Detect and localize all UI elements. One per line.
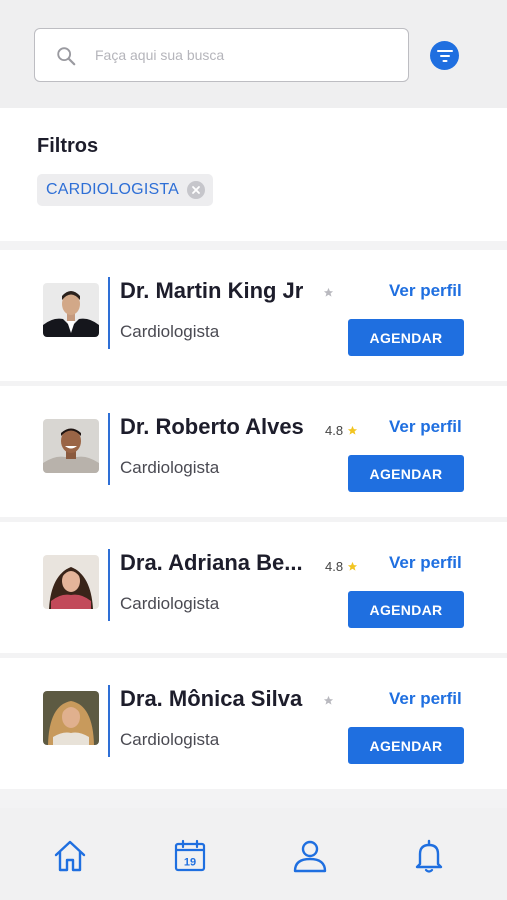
rating-value: 4.8 — [325, 423, 344, 438]
doctor-name: Dr. Roberto Alves — [120, 414, 304, 439]
doctor-card: Dr. Martin King Jr Cardiologista Ver per… — [0, 250, 507, 381]
nav-notifications[interactable] — [409, 836, 449, 876]
filter-icon — [436, 49, 453, 62]
doctor-specialty: Cardiologista — [120, 322, 220, 341]
chip-remove-icon[interactable] — [187, 181, 205, 199]
filters-title: Filtros — [37, 135, 99, 157]
doctor-avatar — [43, 283, 99, 337]
doctor-card: Dra. Adriana Be... 4.8 Cardiologista Ver… — [0, 522, 507, 653]
calendar-icon: 19 — [174, 839, 206, 872]
doctor-specialty: Cardiologista — [120, 730, 220, 749]
schedule-button[interactable]: AGENDAR — [348, 455, 464, 492]
doctor-name: Dr. Martin King Jr — [120, 278, 304, 303]
doctor-card: Dr. Roberto Alves 4.8 Cardiologista Ver … — [0, 386, 507, 517]
card-divider — [108, 549, 110, 621]
search-header — [0, 0, 507, 108]
home-icon — [54, 840, 86, 872]
doctor-specialty: Cardiologista — [120, 458, 220, 477]
user-icon — [293, 840, 327, 873]
doctor-name: Dra. Adriana Be... — [120, 550, 303, 575]
doctor-rating: 4.8 — [325, 423, 358, 438]
star-empty-icon — [323, 287, 334, 297]
filter-chip[interactable]: CARDIOLOGISTA — [37, 174, 213, 206]
filters-section: Filtros CARDIOLOGISTA — [0, 108, 507, 241]
nav-home[interactable] — [50, 836, 90, 876]
doctor-rating — [319, 287, 334, 298]
doctor-specialty: Cardiologista — [120, 594, 220, 613]
nav-profile[interactable] — [290, 836, 330, 876]
star-filled-icon — [347, 561, 358, 571]
doctor-avatar — [43, 691, 99, 745]
doctor-avatar — [43, 419, 99, 473]
schedule-button[interactable]: AGENDAR — [348, 591, 464, 628]
search-icon — [57, 47, 76, 66]
card-divider — [108, 685, 110, 757]
star-filled-icon — [347, 425, 358, 435]
filter-button[interactable] — [430, 41, 459, 70]
doctor-rating: 4.8 — [325, 559, 358, 574]
nav-calendar[interactable]: 19 — [170, 836, 210, 876]
schedule-button[interactable]: AGENDAR — [348, 319, 464, 356]
view-profile-link[interactable]: Ver perfil — [389, 553, 462, 573]
calendar-day: 19 — [184, 857, 196, 869]
search-box[interactable] — [34, 28, 409, 82]
doctor-name: Dra. Mônica Silva — [120, 686, 303, 711]
star-empty-icon — [323, 695, 334, 705]
view-profile-link[interactable]: Ver perfil — [389, 689, 462, 709]
card-divider — [108, 277, 110, 349]
doctor-card: Dra. Mônica Silva Cardiologista Ver perf… — [0, 658, 507, 789]
filter-chip-label: CARDIOLOGISTA — [46, 181, 179, 198]
bell-icon — [415, 839, 443, 873]
doctor-rating — [319, 695, 334, 706]
view-profile-link[interactable]: Ver perfil — [389, 281, 462, 301]
rating-value: 4.8 — [325, 559, 344, 574]
card-divider — [108, 413, 110, 485]
search-input[interactable] — [95, 39, 395, 71]
doctor-avatar — [43, 555, 99, 609]
view-profile-link[interactable]: Ver perfil — [389, 417, 462, 437]
bottom-nav: 19 — [0, 808, 507, 900]
schedule-button[interactable]: AGENDAR — [348, 727, 464, 764]
